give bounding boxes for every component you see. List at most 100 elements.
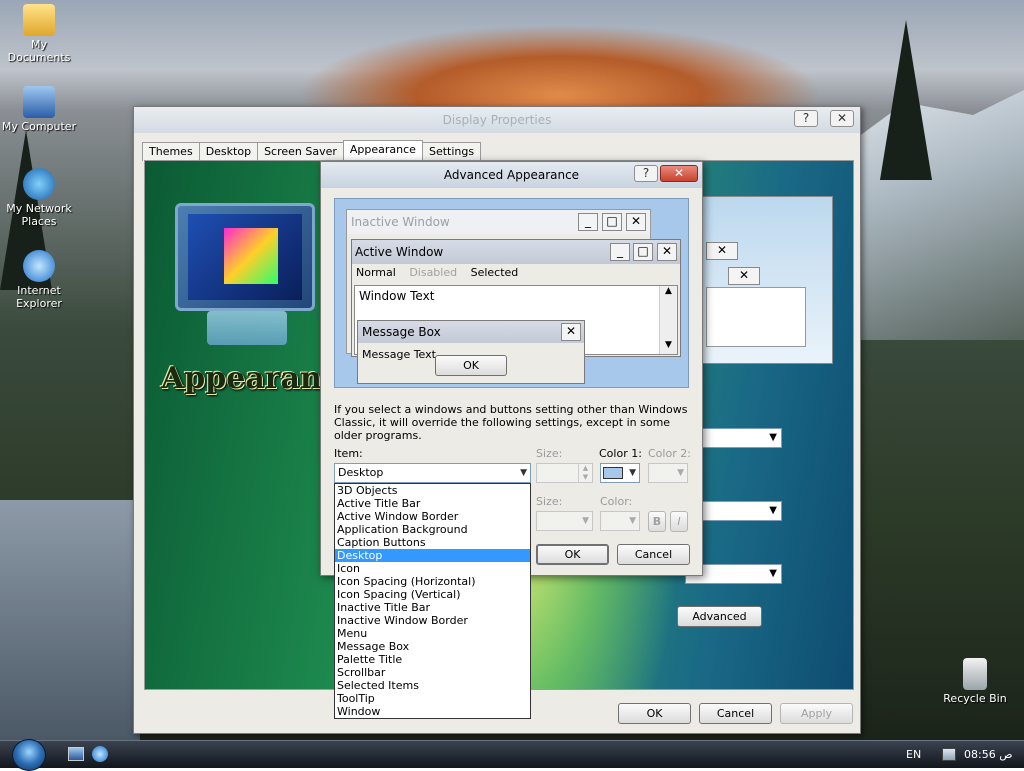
- item-select[interactable]: Desktop ▼: [334, 463, 531, 483]
- item-option[interactable]: Caption Buttons: [335, 536, 530, 549]
- ok-button[interactable]: OK: [536, 544, 609, 565]
- item-option[interactable]: Scrollbar: [335, 666, 530, 679]
- item-option[interactable]: Desktop: [335, 549, 530, 562]
- scroll-down-icon: ▼: [665, 340, 672, 350]
- size-label: Size:: [536, 447, 563, 460]
- menu-disabled[interactable]: Disabled: [409, 266, 457, 279]
- desktop-icon-network[interactable]: My Network Places: [0, 168, 78, 228]
- tab-appearance[interactable]: Appearance: [342, 140, 423, 161]
- item-option[interactable]: Icon Spacing (Vertical): [335, 588, 530, 601]
- italic-button[interactable]: I: [670, 511, 688, 532]
- appearance-preview[interactable]: Inactive Window _ □ ✕ Active Window _ □ …: [334, 198, 689, 388]
- item-option[interactable]: Window: [335, 705, 530, 718]
- window-title: Display Properties: [442, 113, 552, 127]
- close-icon: ✕: [561, 323, 581, 341]
- inactive-title-bar[interactable]: Inactive Window _ □ ✕: [347, 210, 650, 234]
- display-properties-titlebar[interactable]: Display Properties ? ✕: [134, 107, 860, 133]
- show-desktop-icon[interactable]: [68, 747, 84, 761]
- color1-picker[interactable]: ▼: [600, 463, 640, 483]
- recycle-bin-icon: [963, 658, 987, 690]
- lake-scenery: [0, 500, 140, 740]
- item-option[interactable]: Icon Spacing (Horizontal): [335, 575, 530, 588]
- advanced-appearance-titlebar[interactable]: Advanced Appearance ? ✕: [321, 162, 702, 188]
- active-title-bar[interactable]: Active Window _ □ ✕: [352, 240, 680, 264]
- preview-menu-bar[interactable]: Normal Disabled Selected: [352, 264, 680, 282]
- monitor-illustration-icon: [175, 203, 315, 311]
- desktop-icon-my-computer[interactable]: My Computer: [0, 86, 78, 133]
- item-option[interactable]: Inactive Window Border: [335, 614, 530, 627]
- menu-normal[interactable]: Normal: [356, 266, 396, 279]
- message-box-title-bar[interactable]: Message Box ✕: [358, 321, 584, 343]
- ie-quicklaunch-icon[interactable]: [92, 746, 108, 762]
- spin-arrows-icon: ▲ ▼: [578, 464, 592, 482]
- folder-icon: [23, 4, 55, 36]
- scroll-up-icon: ▲: [665, 286, 672, 296]
- item-option[interactable]: Icon: [335, 562, 530, 575]
- network-tray-icon[interactable]: [942, 748, 956, 761]
- bold-button[interactable]: B: [648, 511, 666, 532]
- tree-scenery: [880, 20, 932, 180]
- tab-themes[interactable]: Themes: [142, 142, 200, 161]
- font-size-select[interactable]: ▼: [536, 511, 593, 531]
- language-indicator[interactable]: EN: [906, 748, 921, 761]
- size-stepper[interactable]: ▲ ▼: [536, 463, 593, 483]
- cancel-button[interactable]: Cancel: [617, 544, 690, 565]
- color-cube-icon: [224, 228, 278, 284]
- ie-icon: [23, 250, 55, 282]
- item-option[interactable]: Active Window Border: [335, 510, 530, 523]
- menu-selected[interactable]: Selected: [471, 266, 519, 279]
- close-button[interactable]: ✕: [660, 165, 698, 182]
- tab-settings[interactable]: Settings: [421, 142, 482, 161]
- preview-close-icon: ✕: [706, 242, 738, 260]
- advanced-button[interactable]: Advanced: [677, 606, 762, 627]
- preview-scrollbar[interactable]: ▲ ▼: [659, 286, 677, 354]
- item-option[interactable]: Application Background: [335, 523, 530, 536]
- item-option[interactable]: Selected Items: [335, 679, 530, 692]
- desktop-icon-my-documents[interactable]: My Documents: [0, 4, 78, 64]
- item-option[interactable]: Palette Title: [335, 653, 530, 666]
- desktop-icon-recycle-bin[interactable]: Recycle Bin: [936, 658, 1014, 705]
- desktop-icon-label: My Documents: [7, 38, 71, 64]
- close-icon: ✕: [657, 243, 677, 261]
- item-option[interactable]: Menu: [335, 627, 530, 640]
- maximize-icon: □: [602, 213, 622, 231]
- chevron-down-icon: ▼: [769, 568, 777, 579]
- help-button[interactable]: ?: [794, 110, 818, 127]
- desktop-icon-label: My Computer: [1, 120, 77, 133]
- dialog-title: Advanced Appearance: [443, 168, 580, 182]
- maximize-icon: □: [633, 243, 653, 261]
- close-button[interactable]: ✕: [830, 110, 854, 127]
- message-box-title: Message Box: [362, 325, 441, 339]
- color2-picker[interactable]: ▼: [648, 463, 688, 483]
- font-color-picker[interactable]: ▼: [600, 511, 640, 531]
- apply-button[interactable]: Apply: [780, 703, 853, 724]
- close-icon: ✕: [626, 213, 646, 231]
- minimize-icon: _: [610, 243, 630, 261]
- tab-strip: Themes Desktop Screen Saver Appearance S…: [142, 140, 482, 161]
- item-select-value: Desktop: [338, 466, 384, 479]
- item-option[interactable]: 3D Objects: [335, 484, 530, 497]
- taskbar: EN 08:56 ص: [0, 739, 1024, 771]
- start-button[interactable]: [12, 739, 46, 771]
- cancel-button[interactable]: Cancel: [699, 703, 772, 724]
- desktop-icon-label: Internet Explorer: [16, 284, 62, 310]
- preview-message-box[interactable]: Message Box ✕ Message Text OK: [357, 320, 585, 384]
- item-option[interactable]: Active Title Bar: [335, 497, 530, 510]
- monitor-stand: [207, 311, 287, 345]
- preview-close-icon: ✕: [728, 267, 760, 285]
- color1-label: Color 1:: [599, 447, 642, 460]
- desktop-icon-internet-explorer[interactable]: Internet Explorer: [0, 250, 78, 310]
- help-button[interactable]: ?: [634, 165, 658, 182]
- ok-button[interactable]: OK: [618, 703, 691, 724]
- item-option[interactable]: Message Box: [335, 640, 530, 653]
- message-box-ok-button[interactable]: OK: [435, 355, 507, 376]
- tab-screen-saver[interactable]: Screen Saver: [257, 142, 344, 161]
- color1-swatch: [603, 467, 623, 479]
- tab-desktop[interactable]: Desktop: [198, 142, 259, 161]
- chevron-down-icon: ▼: [629, 468, 636, 478]
- item-option[interactable]: ToolTip: [335, 692, 530, 705]
- item-label: Item:: [334, 447, 363, 460]
- clock[interactable]: 08:56 ص: [964, 748, 1013, 761]
- item-dropdown-list[interactable]: 3D Objects Active Title Bar Active Window …: [334, 483, 531, 719]
- item-option[interactable]: Inactive Title Bar: [335, 601, 530, 614]
